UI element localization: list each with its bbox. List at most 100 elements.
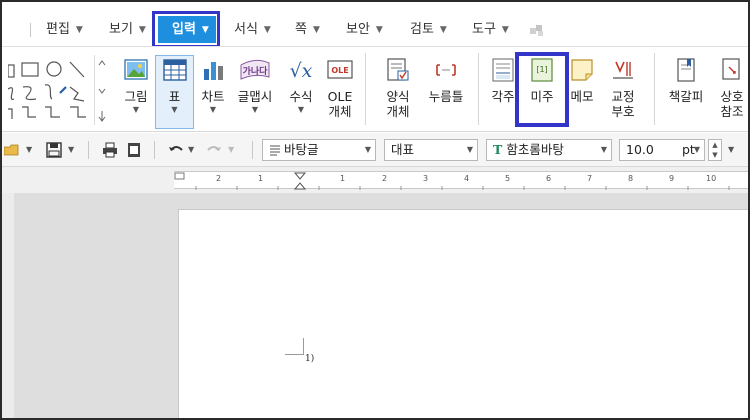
shape-freeform-icon — [44, 84, 53, 100]
shape-rectangle-partial — [8, 64, 15, 78]
menu-tools[interactable]: 도구 ▼ — [472, 16, 509, 44]
ribbon: 그림 ▼ 표 ▼ 차트 ▼ 가나다 글맵시 ▼ √x 수식 ▼ OLE OLE … — [2, 46, 748, 132]
ribbon-separator — [654, 53, 655, 125]
chart-button[interactable]: 차트 ▼ — [196, 51, 230, 116]
push-field-button[interactable]: 누름틀 — [424, 51, 468, 104]
shape-gallery[interactable] — [8, 57, 94, 123]
shape-line-icon — [69, 61, 85, 78]
push-field-label: 누름틀 — [428, 89, 464, 104]
ole-label-2: 개체 — [328, 104, 352, 119]
left-panel — [2, 193, 14, 418]
ole-icon: OLE — [327, 60, 353, 79]
picture-label: 그림 — [124, 89, 148, 104]
chevron-down-icon[interactable]: ▼ — [728, 145, 744, 161]
toolbar-separator — [154, 141, 155, 159]
bookmark-icon — [677, 58, 695, 82]
font-size-value: 10.0 — [626, 142, 654, 157]
chevron-down-icon: ▼ — [600, 145, 607, 154]
document-page[interactable]: 1) — [178, 209, 748, 418]
endnote-reference-mark: 1) — [305, 354, 315, 364]
menu-tools-label: 도구 — [472, 22, 496, 37]
cross-reference-icon — [722, 58, 740, 80]
cross-reference-button[interactable]: 상호 참조 — [712, 51, 748, 119]
spin-up-icon: ▲ — [712, 141, 718, 149]
bookmark-button[interactable]: 책갈피 — [664, 51, 708, 104]
spin-down-icon: ▼ — [712, 151, 718, 159]
redo-icon[interactable] — [206, 142, 222, 158]
form-object-button[interactable]: 양식 개체 — [376, 51, 420, 119]
chart-label: 차트 — [201, 89, 225, 104]
push-field-icon — [436, 64, 456, 76]
menu-edit[interactable]: 편집 ▼ — [46, 16, 83, 44]
footnote-label: 각주 — [491, 89, 515, 104]
endnote-highlight-box — [515, 52, 569, 127]
menu-security-label: 보안 — [346, 22, 370, 37]
footnote-icon — [492, 58, 514, 82]
proofreading-mark-button[interactable]: 교정 부호 — [604, 51, 642, 119]
memo-button[interactable]: 메모 — [566, 51, 598, 104]
proofreading-label-1: 교정 — [611, 89, 635, 104]
chevron-down-icon[interactable]: ▼ — [188, 145, 204, 161]
print-icon[interactable] — [102, 142, 118, 158]
picture-icon — [124, 59, 148, 80]
font-size-spinner[interactable]: ▲ ▼ — [708, 139, 722, 161]
equation-button[interactable]: √x 수식 ▼ — [282, 51, 320, 116]
chart-icon — [204, 62, 223, 80]
menu-format[interactable]: 서식 ▼ — [234, 16, 271, 44]
chevron-down-icon: ▼ — [312, 25, 320, 35]
menu-page[interactable]: 쪽 ▼ — [295, 16, 320, 44]
ribbon-separator — [478, 53, 479, 125]
pen-icon — [59, 86, 67, 94]
connector-elbow3-icon — [70, 106, 86, 118]
font-size-select[interactable]: 10.0 pt ▼ — [619, 139, 705, 161]
open-folder-icon[interactable] — [4, 142, 20, 158]
chevron-down-icon[interactable]: ▼ — [68, 145, 84, 161]
style-select-value: 바탕글 — [284, 142, 319, 157]
ole-object-button[interactable]: OLE OLE 개체 — [322, 51, 358, 119]
memo-label: 메모 — [570, 89, 594, 104]
print-preview-icon[interactable] — [126, 142, 142, 158]
table-button[interactable]: 표 ▼ — [156, 51, 193, 116]
horizontal-ruler[interactable]: 2 1 1 2 3 4 5 6 7 8 9 10 — [174, 171, 748, 190]
chevron-down-icon: ▼ — [466, 145, 473, 154]
bookmark-label: 책갈피 — [668, 89, 704, 104]
paragraph-language-select[interactable]: 대표 ▼ — [384, 139, 478, 161]
connector-elbow-icon — [22, 106, 36, 118]
menu-format-label: 서식 — [234, 22, 258, 37]
menu-view-label: 보기 — [109, 22, 133, 37]
toolbar-separator — [88, 141, 89, 159]
menu-separator — [30, 23, 31, 37]
save-icon[interactable] — [46, 142, 62, 158]
chevron-down-icon: ▼ — [297, 105, 305, 114]
chevron-down-icon[interactable]: ▼ — [26, 145, 42, 161]
style-select[interactable]: 바탕글 ▼ — [262, 139, 376, 161]
paragraph-language-value: 대표 — [391, 142, 415, 157]
document-area: 1) — [2, 193, 748, 418]
scroll-arrows-icon — [98, 60, 106, 122]
table-icon — [162, 59, 187, 81]
extension-icon[interactable] — [529, 23, 545, 37]
form-object-label-2: 개체 — [386, 104, 410, 119]
ribbon-separator — [365, 53, 366, 125]
chevron-down-icon: ▼ — [138, 25, 146, 35]
undo-icon[interactable] — [168, 142, 184, 158]
chevron-down-icon: ▼ — [364, 145, 371, 154]
equation-icon-text: √x — [290, 60, 313, 82]
wordart-button[interactable]: 가나다 글맵시 ▼ — [234, 51, 276, 116]
chevron-down-icon: ▼ — [375, 25, 383, 35]
wordart-icon-text: 가나다 — [243, 65, 269, 77]
menu-review[interactable]: 검토 ▼ — [410, 16, 447, 44]
format-toolbar: ▼ ▼ ▼ ▼ 바탕글 ▼ 대표 ▼ T 함초롬바탕 ▼ 10.0 pt ▼ ▲… — [2, 133, 748, 167]
picture-button[interactable]: 그림 ▼ — [118, 51, 154, 116]
chevron-down-icon: ▼ — [693, 145, 700, 154]
paragraph-style-icon — [270, 145, 280, 156]
shape-curve-icon — [22, 86, 37, 101]
font-select[interactable]: T 함초롬바탕 ▼ — [486, 139, 612, 161]
menu-edit-label: 편집 — [46, 22, 70, 37]
table-label: 표 — [168, 89, 181, 104]
menu-view[interactable]: 보기 ▼ — [109, 16, 146, 44]
chevron-down-icon: ▼ — [132, 105, 140, 114]
menu-security[interactable]: 보안 ▼ — [346, 16, 383, 44]
shape-gallery-scroll[interactable] — [94, 55, 108, 125]
margin-corner-mark — [285, 354, 303, 355]
